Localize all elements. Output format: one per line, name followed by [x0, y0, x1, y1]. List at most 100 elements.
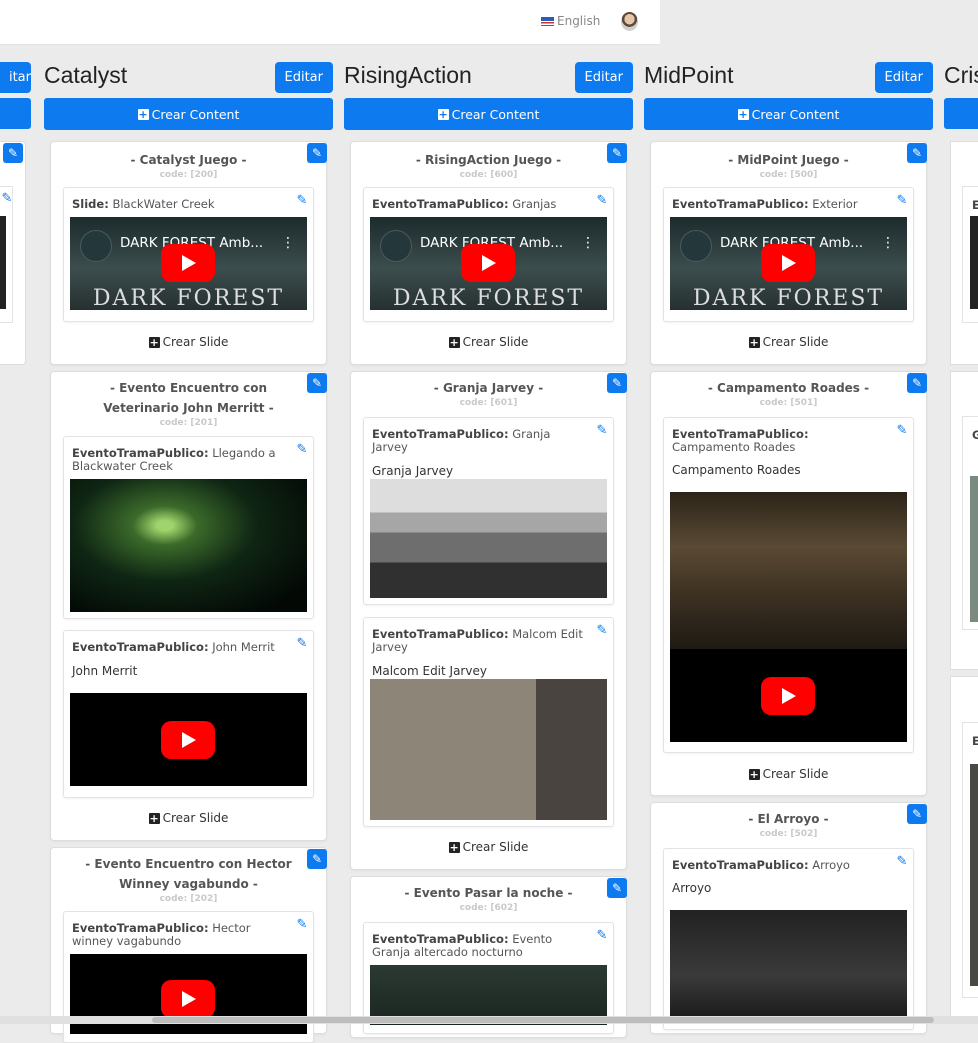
slide-image	[370, 479, 607, 598]
event-title: - El Arroyo -	[748, 812, 829, 826]
plus-icon: +	[448, 840, 460, 854]
partial-column-title: Cris	[944, 62, 978, 88]
create-slide-button[interactable]: + Crear Slide	[651, 767, 926, 781]
edit-event-icon[interactable]: ✎	[607, 878, 627, 898]
edit-slide-icon[interactable]: ✎	[295, 443, 309, 457]
edit-icon[interactable]: ✎	[3, 143, 23, 163]
scrollbar-thumb[interactable]	[152, 1017, 934, 1023]
youtube-video[interactable]: DARK FOREST Amb... ⋮ DARK FOREST	[670, 217, 907, 310]
language-label: English	[557, 14, 601, 28]
slide-heading: EventoTramaPublico: Granja Jarvey	[372, 427, 551, 454]
edit-event-icon[interactable]: ✎	[307, 373, 327, 393]
video-overlay-text: DARK FOREST	[392, 286, 585, 310]
edit-event-icon[interactable]: ✎	[907, 804, 927, 824]
plus-icon: +	[448, 335, 460, 349]
play-icon[interactable]	[161, 980, 215, 1018]
edit-slide-icon[interactable]: ✎	[595, 424, 609, 438]
partial-create-button[interactable]	[0, 98, 31, 129]
play-icon[interactable]	[761, 244, 815, 282]
edit-column-button[interactable]: Editar	[874, 62, 933, 93]
slide-heading: EventoTramaPublico: Malcom Edit Jarvey	[372, 627, 583, 654]
edit-slide-icon[interactable]: ✎	[895, 855, 909, 869]
youtube-video[interactable]	[70, 693, 307, 786]
edit-column-button[interactable]: Editar	[574, 62, 633, 93]
youtube-video[interactable]: DARK FOREST Amb... ⋮ DARK FOREST	[370, 217, 607, 310]
create-slide-button[interactable]: + Crear Slide	[351, 840, 626, 854]
edit-icon[interactable]: ✎	[0, 192, 14, 206]
play-icon[interactable]	[461, 244, 515, 282]
event-code: code: [601]	[459, 398, 518, 408]
slide-heading: EventoTramaPublico: Evento Granja alterc…	[372, 932, 553, 959]
edit-event-icon[interactable]: ✎	[907, 143, 927, 163]
channel-avatar	[680, 230, 712, 262]
event-card: - RisingAction Juego - code: [600] ✎ Eve…	[350, 141, 627, 365]
create-content-button[interactable]: + Crear Content	[344, 98, 633, 130]
plus-icon: +	[748, 767, 760, 781]
slide-heading: EventoTramaPublico: Hector winney vagabu…	[72, 921, 251, 948]
event-title: - Evento Encuentro con Veterinario John …	[103, 381, 274, 415]
slide-heading: EventoTramaPublico: Arroyo	[672, 858, 850, 872]
event-card: - Granja Jarvey - code: [601] ✎ EventoTr…	[350, 371, 627, 870]
channel-avatar	[80, 230, 112, 262]
youtube-video[interactable]	[670, 649, 907, 742]
edit-column-button[interactable]: Editar	[274, 62, 333, 93]
edit-event-icon[interactable]: ✎	[307, 143, 327, 163]
slide-card: EventoTramaPublico: Arroyo ✎ Arroyo	[663, 848, 914, 1030]
create-content-button[interactable]: + Crear Content	[644, 98, 933, 130]
column-title: MidPoint	[644, 62, 734, 88]
channel-avatar	[380, 230, 412, 262]
edit-event-icon[interactable]: ✎	[307, 849, 327, 869]
slide-heading: EventoTramaPublico: Granjas	[372, 197, 557, 211]
edit-slide-icon[interactable]: ✎	[295, 918, 309, 932]
create-slide-button[interactable]: + Crear Slide	[51, 335, 326, 349]
slide-heading: EventoTramaPublico: John Merrit	[72, 640, 275, 654]
partial-media	[970, 216, 978, 309]
more-options-icon[interactable]: ⋮	[581, 235, 595, 251]
create-content-button[interactable]: + Crear Content	[44, 98, 333, 130]
video-overlay-text: DARK FOREST	[92, 286, 285, 310]
play-icon[interactable]	[161, 721, 215, 759]
create-slide-button[interactable]: + Crear Slide	[351, 335, 626, 349]
edit-event-icon[interactable]: ✎	[607, 373, 627, 393]
slide-card: EventoTramaPublico: John Merrit ✎ John M…	[63, 630, 314, 798]
create-slide-button[interactable]: + Crear Slide	[51, 811, 326, 825]
more-options-icon[interactable]: ⋮	[281, 235, 295, 251]
slide-image	[670, 492, 907, 649]
event-card: - El Arroyo - code: [502] ✎ EventoTramaP…	[650, 802, 927, 1034]
partial-create-button[interactable]	[944, 98, 978, 129]
edit-slide-icon[interactable]: ✎	[595, 929, 609, 943]
edit-slide-icon[interactable]: ✎	[895, 194, 909, 208]
user-avatar[interactable]	[621, 12, 638, 31]
play-icon[interactable]	[761, 677, 815, 715]
edit-slide-icon[interactable]: ✎	[595, 624, 609, 638]
slide-text: John Merrit	[72, 664, 138, 678]
partial-media	[970, 476, 978, 622]
plus-icon: +	[737, 107, 749, 121]
column-header: MidPoint Editar	[644, 60, 933, 96]
event-code: code: [200]	[159, 170, 218, 180]
column-header: Catalyst Editar	[44, 60, 333, 96]
event-code: code: [500]	[759, 170, 818, 180]
slide-text: Granja Jarvey	[372, 464, 454, 478]
slide-card: EventoTramaPublico: Granjas ✎ DARK FORES…	[363, 187, 614, 322]
us-flag-icon	[541, 16, 554, 26]
edit-event-icon[interactable]: ✎	[907, 373, 927, 393]
event-card: - Evento Encuentro con Veterinario John …	[50, 371, 327, 841]
plus-icon: +	[148, 811, 160, 825]
more-options-icon[interactable]: ⋮	[881, 235, 895, 251]
edit-event-icon[interactable]: ✎	[607, 143, 627, 163]
create-slide-button[interactable]: + Crear Slide	[651, 335, 926, 349]
language-selector[interactable]: English	[541, 14, 600, 28]
plus-icon: +	[148, 335, 160, 349]
plus-icon: +	[137, 107, 149, 121]
edit-slide-icon[interactable]: ✎	[595, 194, 609, 208]
play-icon[interactable]	[161, 244, 215, 282]
edit-slide-icon[interactable]: ✎	[895, 424, 909, 438]
youtube-video[interactable]: DARK FOREST Amb... ⋮ DARK FOREST	[70, 217, 307, 310]
edit-slide-icon[interactable]: ✎	[295, 637, 309, 651]
partial-edit-button[interactable]: itar	[0, 62, 31, 93]
event-title: - Campamento Roades -	[707, 381, 870, 395]
slide-heading: Slide: BlackWater Creek	[72, 197, 215, 211]
column-title: Catalyst	[44, 62, 128, 88]
edit-slide-icon[interactable]: ✎	[295, 194, 309, 208]
